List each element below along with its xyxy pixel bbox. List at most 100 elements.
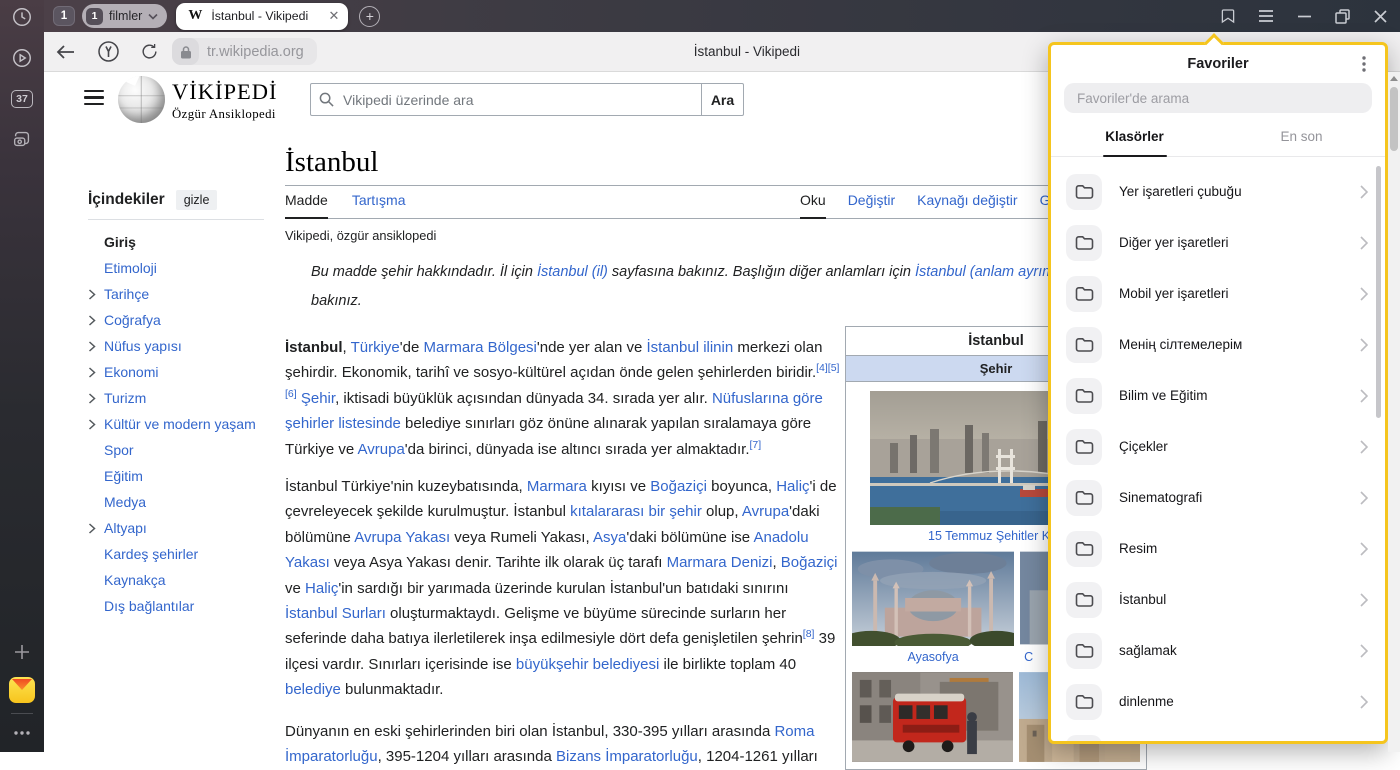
toc-item[interactable]: Altyapı [88,515,264,541]
panel-scrollbar-thumb[interactable] [1376,166,1381,418]
wiki-link[interactable]: İstanbul (anlam ayrımı) [915,264,1063,280]
folder-row[interactable]: dinlenme [1051,676,1385,727]
wiki-link[interactable]: Avrupa Yakası [354,529,450,546]
favorites-tab[interactable]: Klasörler [1051,116,1218,156]
toc-expand-chevron-icon[interactable] [88,341,104,352]
tab-group-badge[interactable]: 1 [53,6,75,26]
folder-row[interactable]: Менің сілтемелерім [1051,319,1385,370]
folder-row[interactable]: Çiçekler [1051,421,1385,472]
wikipedia-wordmark[interactable]: VİKİPEDİ Özgür Ansiklopedi [172,79,277,122]
toc-item[interactable]: Coğrafya [88,307,264,333]
wiki-link[interactable]: Türkiye [351,339,400,356]
scrollbar-up-arrow[interactable] [1388,72,1400,85]
toc-item[interactable]: Ekonomi [88,359,264,385]
folder-row[interactable]: Yer işaretleri çubuğu [1051,166,1385,217]
tab-counter-badge[interactable]: 37 [9,86,35,112]
favorites-tab[interactable]: En son [1218,116,1385,156]
toc-item[interactable]: Kaynakça [88,567,264,593]
toc-expand-chevron-icon[interactable] [88,367,104,378]
folder-row[interactable]: Resim [1051,523,1385,574]
folder-row[interactable]: sağlamak [1051,625,1385,676]
article-tab[interactable]: Kaynağı değiştir [917,192,1017,218]
wiki-link[interactable]: Marmara Bölgesi [424,339,537,356]
wiki-link[interactable]: Marmara Denizi [667,554,773,571]
favorites-search-input[interactable] [1075,90,1361,107]
more-options-icon[interactable] [9,720,35,746]
article-tab[interactable]: Oku [800,192,826,219]
screenshot-camera-icon[interactable] [9,126,35,152]
yandex-mail-icon[interactable] [9,677,35,703]
reference-link[interactable]: [8] [803,628,815,640]
toc-item[interactable]: Eğitim [88,463,264,489]
page-scrollbar[interactable] [1388,72,1400,752]
infobox-caption-ayasofya[interactable]: Ayasofya [852,650,1014,664]
favorites-search-box[interactable] [1064,83,1372,113]
wiki-link[interactable]: Marmara [527,478,587,495]
wiki-link[interactable]: Bizans İmparatorluğu [556,748,698,765]
wiki-link[interactable]: Haliç [776,478,809,495]
yandex-services-icon[interactable] [97,40,120,63]
wiki-link[interactable]: kıtalararası bir şehir [570,503,702,520]
reload-icon[interactable] [140,42,159,61]
toc-expand-chevron-icon[interactable] [88,315,104,326]
active-tab[interactable]: W İstanbul - Vikipedi ✕ [176,3,348,30]
wikipedia-globe-logo[interactable] [118,76,165,123]
browser-menu-icon[interactable] [1254,0,1278,32]
history-clock-icon[interactable] [9,4,35,30]
ayasofya-photo[interactable] [852,550,1014,646]
tram-street-photo[interactable] [852,671,1013,763]
wiki-search-input[interactable] [341,91,693,109]
toc-item[interactable]: Spor [88,437,264,463]
toc-item[interactable]: Nüfus yapısı [88,333,264,359]
add-panel-icon[interactable] [9,639,35,665]
wiki-link[interactable]: Avrupa [742,503,789,520]
toc-hide-button[interactable]: gizle [176,190,218,210]
wiki-link[interactable]: Boğaziçi [650,478,707,495]
wiki-link[interactable]: Avrupa [358,441,405,458]
folder-row[interactable]: İstanbul [1051,574,1385,625]
wiki-link[interactable]: Boğaziçi [781,554,838,571]
folder-row[interactable]: Mobil yer işaretleri [1051,268,1385,319]
folder-row[interactable]: Diğer yer işaretleri [1051,217,1385,268]
lock-icon[interactable] [172,38,199,65]
kebab-menu-icon[interactable] [1356,56,1372,72]
toc-item[interactable]: Turizm [88,385,264,411]
scrollbar-thumb[interactable] [1390,87,1398,151]
wiki-link[interactable]: İstanbul (il) [537,264,608,280]
reference-link[interactable]: [7] [750,439,762,451]
article-tab[interactable]: Değiştir [848,192,895,218]
toc-item[interactable]: Etimoloji [88,255,264,281]
folder-row[interactable]: Bilim ve Eğitim [1051,370,1385,421]
toc-expand-chevron-icon[interactable] [88,523,104,534]
wiki-link[interactable]: Haliç [305,580,338,597]
back-icon[interactable] [56,45,75,59]
collapsed-tab-filmler[interactable]: 1 filmler [82,4,167,28]
close-tab-icon[interactable]: ✕ [328,8,339,24]
wiki-link[interactable]: İstanbul Surları [285,605,386,622]
video-play-icon[interactable] [9,45,35,71]
toc-item[interactable]: Kültür ve modern yaşam [88,411,264,437]
folder-row[interactable]: Sinematografi [1051,472,1385,523]
address-bar[interactable]: tr.wikipedia.org [172,38,317,65]
toc-item[interactable]: Medya [88,489,264,515]
wiki-link[interactable]: belediye [285,681,341,698]
wiki-link[interactable]: büyükşehir belediyesi [516,656,659,673]
bookmarks-panel-icon[interactable] [1216,0,1240,32]
minimize-window-icon[interactable] [1292,0,1316,32]
toc-expand-chevron-icon[interactable] [88,289,104,300]
article-tab[interactable]: Madde [285,192,328,219]
toc-item[interactable]: Dış bağlantılar [88,593,264,619]
toc-item[interactable]: Tarihçe [88,281,264,307]
toc-expand-chevron-icon[interactable] [88,393,104,404]
close-window-icon[interactable] [1368,0,1392,32]
article-tab[interactable]: Tartışma [352,192,406,218]
restore-window-icon[interactable] [1330,0,1354,32]
wiki-link[interactable]: İstanbul ilinin [646,339,733,356]
wiki-link[interactable]: Şehir [301,390,335,407]
new-tab-button[interactable]: + [359,6,380,27]
wiki-search-button[interactable]: Ara [701,83,744,116]
wiki-search-box[interactable] [310,83,702,116]
wiki-menu-icon[interactable] [84,90,104,105]
toc-item[interactable]: Kardeş şehirler [88,541,264,567]
wiki-link[interactable]: Asya [593,529,626,546]
